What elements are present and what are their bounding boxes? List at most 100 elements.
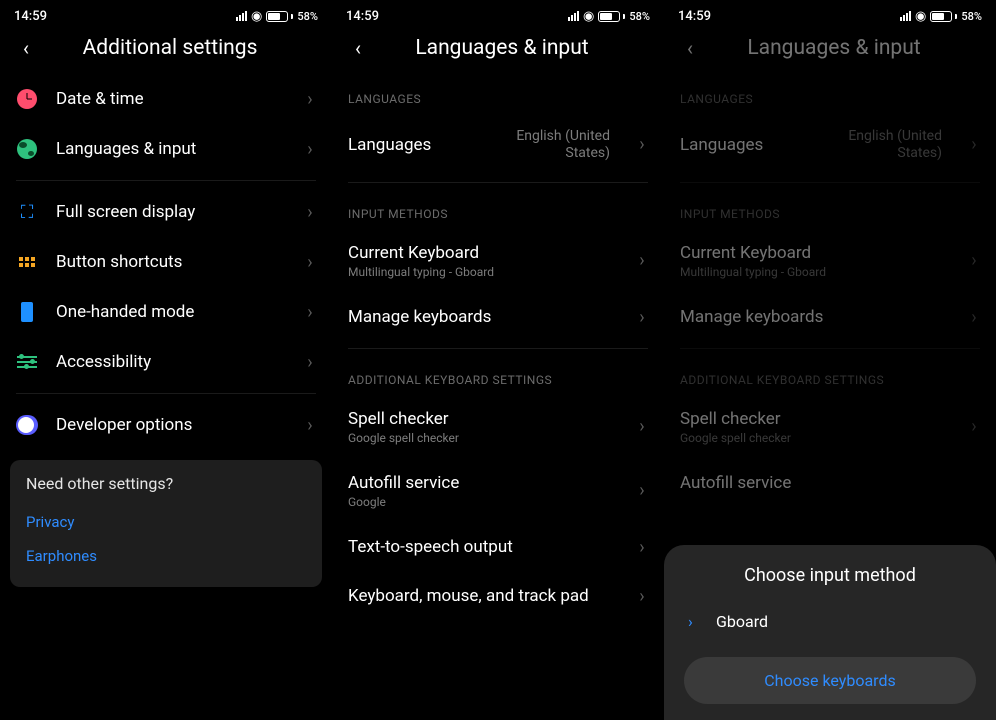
battery-percent: 58% <box>297 10 318 23</box>
row-label: Autofill service <box>680 473 980 493</box>
row-label: Text-to-speech output <box>348 537 610 557</box>
chevron-right-icon: › <box>636 480 648 501</box>
chevron-right-icon: › <box>968 307 980 328</box>
battery-icon <box>598 11 620 22</box>
screen-additional-settings: 14:59 ◉ 58% ‹ Additional settings Date &… <box>0 0 332 720</box>
row-spell-checker[interactable]: Spell checker Google spell checker › <box>332 395 664 459</box>
status-time: 14:59 <box>14 9 47 24</box>
other-settings-card: Need other settings? Privacy Earphones <box>10 460 322 587</box>
section-additional: ADDITIONAL KEYBOARD SETTINGS <box>332 355 664 395</box>
row-sublabel: Google <box>348 495 610 509</box>
row-accessibility[interactable]: Accessibility › <box>0 337 332 387</box>
row-label: Languages & input <box>56 139 278 159</box>
back-button[interactable]: ‹ <box>678 36 702 60</box>
row-date-time[interactable]: Date & time › <box>0 74 332 124</box>
row-kmt[interactable]: Keyboard, mouse, and track pad › <box>332 572 664 621</box>
row-sublabel: Multilingual typing - Gboard <box>348 265 610 279</box>
row-onehanded[interactable]: One-handed mode › <box>0 287 332 337</box>
screen-languages-input-dialog: 14:59 ◉ 58% ‹ Languages & input LANGUAGE… <box>664 0 996 720</box>
fullscreen-icon: ⛶ <box>16 201 38 223</box>
divider <box>680 182 980 183</box>
choose-keyboards-button[interactable]: Choose keyboards <box>684 657 976 704</box>
status-bar: 14:59 ◉ 58% <box>664 0 996 28</box>
chevron-right-icon: › <box>304 252 316 273</box>
battery-percent: 58% <box>961 10 982 23</box>
chevron-right-icon: › <box>636 134 648 155</box>
chevron-right-icon: › <box>688 612 702 631</box>
screen-languages-input: 14:59 ◉ 58% ‹ Languages & input LANGUAGE… <box>332 0 664 720</box>
row-label: One-handed mode <box>56 302 278 322</box>
chevron-right-icon: › <box>304 202 316 223</box>
chevron-right-icon: › <box>304 415 316 436</box>
divider <box>680 348 980 349</box>
back-button[interactable]: ‹ <box>14 36 38 60</box>
row-value: English (United States) <box>490 128 610 162</box>
sheet-option-gboard[interactable]: › Gboard <box>664 600 996 643</box>
row-label: Current Keyboard <box>348 243 610 263</box>
row-label: Accessibility <box>56 352 278 372</box>
row-label: Languages <box>680 135 804 155</box>
battery-icon <box>930 11 952 22</box>
link-earphones[interactable]: Earphones <box>26 539 306 573</box>
row-autofill: Autofill service <box>664 459 996 507</box>
row-value: English (United States) <box>822 128 942 162</box>
row-label: Date & time <box>56 89 278 109</box>
section-additional: ADDITIONAL KEYBOARD SETTINGS <box>664 355 996 395</box>
phone-icon <box>16 301 38 323</box>
row-spell-checker: Spell checker Google spell checker › <box>664 395 996 459</box>
chevron-right-icon: › <box>304 302 316 323</box>
row-autofill[interactable]: Autofill service Google › <box>332 459 664 523</box>
section-input-methods: INPUT METHODS <box>664 189 996 229</box>
sliders-icon <box>16 351 38 373</box>
page-title: Languages & input <box>382 36 622 60</box>
row-label: Current Keyboard <box>680 243 942 263</box>
wifi-icon: ◉ <box>583 9 594 24</box>
status-time: 14:59 <box>678 9 711 24</box>
row-languages-input[interactable]: Languages & input › <box>0 124 332 174</box>
page-title: Additional settings <box>50 36 290 60</box>
chevron-right-icon: › <box>636 586 648 607</box>
battery-icon <box>266 11 288 22</box>
toggle-icon <box>16 414 38 436</box>
section-input-methods: INPUT METHODS <box>332 189 664 229</box>
row-label: Manage keyboards <box>680 307 942 327</box>
divider <box>16 393 316 394</box>
chevron-right-icon: › <box>968 416 980 437</box>
chevron-right-icon: › <box>968 250 980 271</box>
row-label: Button shortcuts <box>56 252 278 272</box>
signal-icon <box>900 11 911 21</box>
row-label: Developer options <box>56 415 278 435</box>
divider <box>16 180 316 181</box>
back-button[interactable]: ‹ <box>346 36 370 60</box>
row-label: Full screen display <box>56 202 278 222</box>
row-languages[interactable]: Languages English (United States) › <box>332 114 664 176</box>
row-current-keyboard[interactable]: Current Keyboard Multilingual typing - G… <box>332 229 664 293</box>
row-languages: Languages English (United States) › <box>664 114 996 176</box>
divider <box>348 348 648 349</box>
row-developer[interactable]: Developer options › <box>0 400 332 450</box>
chevron-right-icon: › <box>304 352 316 373</box>
row-fullscreen[interactable]: ⛶ Full screen display › <box>0 187 332 237</box>
section-languages: LANGUAGES <box>332 74 664 114</box>
chevron-right-icon: › <box>304 89 316 110</box>
signal-icon <box>236 11 247 21</box>
chevron-right-icon: › <box>636 416 648 437</box>
row-label: Spell checker <box>680 409 942 429</box>
divider <box>348 182 648 183</box>
row-manage-keyboards: Manage keyboards › <box>664 293 996 342</box>
clock-icon <box>16 88 38 110</box>
chevron-right-icon: › <box>968 134 980 155</box>
link-privacy[interactable]: Privacy <box>26 505 306 539</box>
chevron-right-icon: › <box>636 307 648 328</box>
shortcuts-icon <box>16 251 38 273</box>
row-label: Manage keyboards <box>348 307 610 327</box>
section-languages: LANGUAGES <box>664 74 996 114</box>
row-label: Keyboard, mouse, and track pad <box>348 586 610 606</box>
row-manage-keyboards[interactable]: Manage keyboards › <box>332 293 664 342</box>
sheet-option-label: Gboard <box>716 612 768 631</box>
row-tts[interactable]: Text-to-speech output › <box>332 523 664 572</box>
row-shortcuts[interactable]: Button shortcuts › <box>0 237 332 287</box>
globe-icon <box>16 138 38 160</box>
sheet-title: Choose input method <box>664 565 996 586</box>
status-time: 14:59 <box>346 9 379 24</box>
